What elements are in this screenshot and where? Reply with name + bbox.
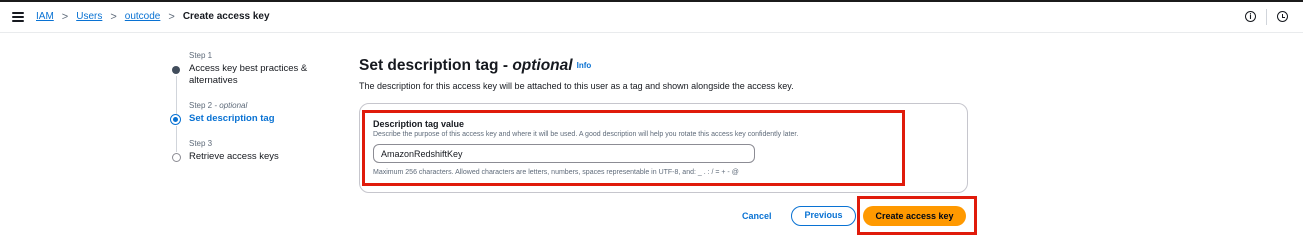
step-connector (176, 76, 177, 114)
chevron-right-icon: > (168, 10, 175, 23)
step-3-title: Retrieve access keys (189, 151, 279, 162)
step-2-title: Set description tag (189, 113, 275, 124)
page-description: The description for this access key will… (359, 81, 794, 91)
step-pending-icon (172, 153, 181, 162)
previous-button[interactable]: Previous (791, 206, 856, 226)
breadcrumb-users[interactable]: Users (76, 11, 102, 22)
chevron-right-icon: > (61, 10, 69, 23)
page-title: Set description tag - optional Info (359, 57, 592, 74)
breadcrumb-user[interactable]: outcode (125, 11, 161, 22)
info-icon[interactable]: i (1245, 11, 1256, 22)
chevron-right-icon: > (110, 10, 117, 23)
step-current-icon (170, 114, 181, 125)
highlight-box-field (362, 110, 905, 186)
breadcrumb-iam[interactable]: IAM (36, 11, 54, 22)
menu-icon[interactable] (12, 12, 24, 22)
step-3-number: Step 3 (189, 139, 213, 148)
step-connector (176, 126, 177, 152)
step-1-title-line2: alternatives (189, 75, 238, 86)
info-link[interactable]: Info (577, 61, 592, 70)
breadcrumb: IAM > Users > outcode > Create access ke… (36, 11, 270, 22)
breadcrumb-current: Create access key (182, 11, 270, 22)
step-complete-icon (172, 66, 180, 74)
top-navigation: IAM > Users > outcode > Create access ke… (0, 2, 1303, 32)
step-1-number: Step 1 (189, 51, 213, 60)
cancel-button[interactable]: Cancel (742, 211, 772, 221)
header-divider (1266, 9, 1267, 25)
step-1-title-line1: Access key best practices & (189, 63, 308, 74)
history-icon[interactable] (1277, 11, 1288, 22)
highlight-box-button (857, 196, 977, 235)
step-2-number: Step 2 - optional (189, 101, 248, 110)
header-divider-line (0, 32, 1303, 33)
